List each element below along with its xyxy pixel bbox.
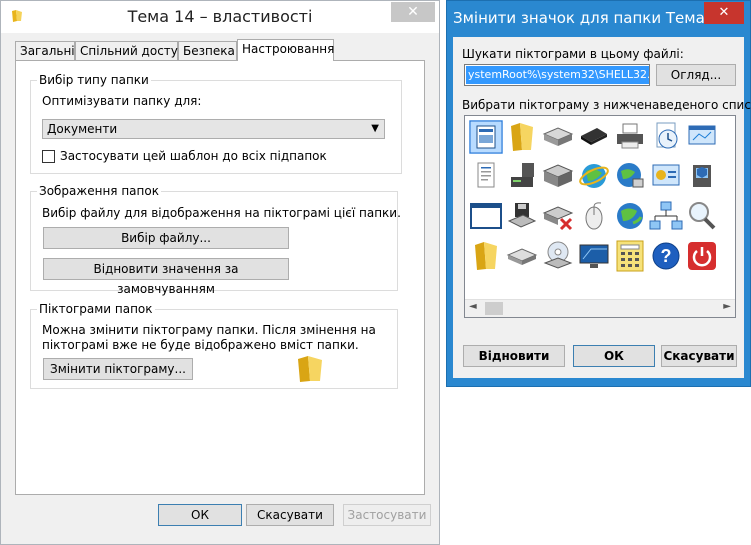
browse-button[interactable]: Огляд...: [656, 64, 736, 86]
folder-preview-icon: [298, 356, 322, 382]
folder-icons-group: Піктограми папок Можна змінити піктограм…: [30, 302, 398, 389]
change-icon-dialog: Змінити значок для папки Тема ... ✕ Шука…: [446, 0, 751, 387]
power-icon[interactable]: [685, 239, 719, 273]
globe-network-icon[interactable]: [613, 159, 647, 193]
scroll-left-icon[interactable]: ◄: [469, 301, 477, 312]
ok-button[interactable]: ОК: [573, 345, 655, 367]
properties-title: Тема 14 – властивості: [127, 7, 313, 26]
folder-pictures-group-label: Зображення папок: [37, 184, 161, 198]
cancel-button[interactable]: Скасувати: [661, 345, 737, 367]
mouse-icon[interactable]: [577, 199, 611, 233]
icon-list-scrollbar[interactable]: ◄ ►: [465, 299, 735, 317]
shield-computer-icon[interactable]: [685, 159, 719, 193]
folder-pictures-group: Зображення папок Вибір файлу для відобра…: [30, 184, 401, 296]
drive-icon[interactable]: [541, 120, 575, 154]
properties-titlebar[interactable]: Тема 14 – властивості ✕: [1, 1, 439, 33]
folder-type-select[interactable]: Документи ▼: [42, 119, 385, 139]
scroll-right-icon[interactable]: ►: [723, 301, 731, 312]
optimize-label: Оптимізувати папку для:: [42, 94, 202, 108]
icon-list[interactable]: ? ◄ ►: [464, 115, 736, 318]
folder-pictures-description: Вибір файлу для відображення на піктогра…: [42, 206, 401, 220]
chevron-down-icon: ▼: [371, 123, 379, 134]
icon-file-path-value: ystemRoot%\system32\SHELL32.dll: [466, 66, 649, 84]
disk-drive-icon[interactable]: [541, 159, 575, 193]
control-panel-icon[interactable]: [649, 159, 683, 193]
change-icon-titlebar[interactable]: Змінити значок для папки Тема ... ✕: [447, 1, 750, 37]
apply-subfolders-label: Застосувати цей шаблон до всіх підпапок: [60, 149, 327, 163]
document-window-icon[interactable]: [469, 120, 503, 154]
svg-text:?: ?: [661, 246, 672, 266]
globe-ie-icon[interactable]: [577, 159, 611, 193]
customize-panel: Вибір типу папки Оптимізувати папку для:…: [15, 60, 425, 495]
search-label: Шукати піктограми в цьому файлі:: [462, 47, 684, 61]
network-icon[interactable]: [649, 199, 683, 233]
close-button[interactable]: ✕: [391, 2, 435, 22]
restore-defaults-button[interactable]: Відновити: [463, 345, 565, 367]
network-window-icon[interactable]: [685, 120, 719, 154]
yellow-folder-icon[interactable]: [469, 239, 503, 273]
change-icon-button[interactable]: Змінити піктограму...: [43, 358, 193, 380]
folder-type-group-label: Вибір типу папки: [37, 73, 151, 87]
apply-button[interactable]: Застосувати: [343, 504, 431, 526]
magnifier-icon[interactable]: [685, 199, 719, 233]
choose-file-button[interactable]: Вибір файлу...: [43, 227, 289, 249]
monitor-icon[interactable]: [577, 239, 611, 273]
floppy-save-icon[interactable]: [505, 199, 539, 233]
restore-default-button[interactable]: Відновити значення за замовчуванням: [43, 258, 289, 296]
folder-icons-description-line1: Можна змінити піктограму папки. Після зм…: [42, 323, 376, 337]
tab-general[interactable]: Загальні: [15, 41, 75, 60]
printer-icon[interactable]: [613, 120, 647, 154]
icon-file-path-input[interactable]: ystemRoot%\system32\SHELL32.dll: [464, 64, 650, 86]
blank-window-icon[interactable]: [469, 199, 503, 233]
tab-customize[interactable]: Настроювання: [237, 39, 334, 61]
globe-icon[interactable]: [613, 199, 647, 233]
ok-button[interactable]: ОК: [158, 504, 242, 526]
close-button[interactable]: ✕: [704, 2, 744, 24]
tab-security[interactable]: Безпека: [178, 41, 237, 60]
drive-error-icon[interactable]: [541, 199, 575, 233]
dvd-icon[interactable]: [541, 239, 575, 273]
calculator-doc-icon[interactable]: [613, 239, 647, 273]
cd-drive-icon[interactable]: [505, 239, 539, 273]
folder-icons-description-line2: піктограмі вже не буде відображено вміст…: [42, 338, 359, 352]
server-icon[interactable]: [505, 159, 539, 193]
text-document-icon[interactable]: [469, 159, 503, 193]
tab-sharing[interactable]: Спільний доступ: [75, 41, 186, 60]
apply-subfolders-checkbox[interactable]: [42, 150, 55, 163]
properties-window: Тема 14 – властивості ✕ Загальні Спільни…: [0, 0, 440, 545]
scroll-thumb[interactable]: [485, 302, 503, 315]
change-icon-client: Шукати піктограми в цьому файлі: ystemRo…: [453, 37, 751, 378]
folder-type-group: Вибір типу папки Оптимізувати папку для:…: [30, 73, 402, 174]
folder-type-select-value: Документи: [47, 122, 118, 136]
clock-doc-icon[interactable]: [649, 120, 683, 154]
icon-list-label: Вибрати піктограму з нижченаведеного спи…: [462, 98, 751, 112]
memory-chip-icon[interactable]: [577, 120, 611, 154]
help-icon[interactable]: ?: [649, 239, 683, 273]
folder-icon[interactable]: [505, 120, 539, 154]
change-icon-title: Змінити значок для папки Тема ...: [453, 9, 724, 27]
folder-icons-group-label: Піктограми папок: [37, 302, 155, 316]
cancel-button[interactable]: Скасувати: [246, 504, 334, 526]
